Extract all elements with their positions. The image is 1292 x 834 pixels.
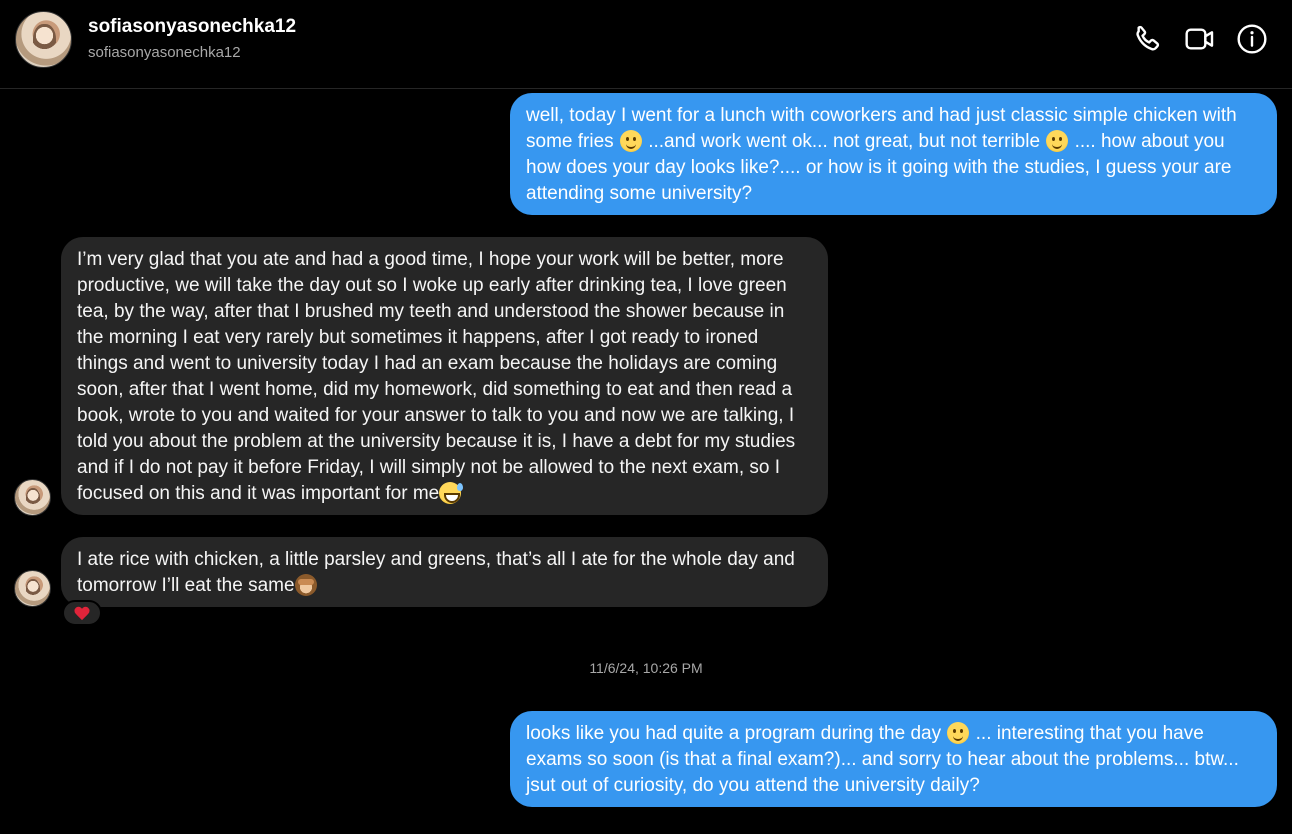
phone-icon[interactable] — [1132, 23, 1164, 55]
smile-emoji-icon — [947, 722, 970, 744]
sender-avatar[interactable] — [14, 479, 51, 516]
profile-avatar[interactable] — [15, 11, 72, 68]
chat-handle: sofiasonyasonechka12 — [88, 44, 241, 61]
chat-header: sofiasonyasonechka12 sofiasonyasonechka1… — [0, 0, 1292, 89]
info-icon[interactable] — [1236, 23, 1268, 55]
grinning-emoji-icon — [619, 130, 642, 152]
outgoing-message[interactable]: well, today I went for a lunch with cowo… — [510, 93, 1277, 215]
incoming-message[interactable]: I’m very glad that you ate and had a goo… — [61, 237, 828, 515]
see-no-evil-monkey-emoji-icon — [294, 574, 317, 596]
smile-emoji-icon — [1046, 130, 1069, 152]
heart-icon — [74, 607, 90, 621]
message-text: I ate rice with chicken, a little parsle… — [77, 549, 795, 596]
heart-reaction[interactable] — [62, 600, 102, 626]
outgoing-message[interactable]: looks like you had quite a program durin… — [510, 711, 1277, 807]
sender-avatar[interactable] — [14, 570, 51, 607]
message-text: I’m very glad that you ate and had a goo… — [77, 249, 796, 504]
grinning-sweat-emoji-icon — [439, 482, 464, 504]
video-icon[interactable] — [1184, 23, 1216, 55]
message-text: ...and work went ok... not great, but no… — [642, 131, 1046, 152]
message-timestamp: 11/6/24, 10:26 PM — [589, 660, 703, 676]
message-text: looks like you had quite a program durin… — [526, 723, 947, 744]
incoming-message[interactable]: I ate rice with chicken, a little parsle… — [61, 537, 828, 607]
chat-username[interactable]: sofiasonyasonechka12 — [88, 16, 296, 38]
